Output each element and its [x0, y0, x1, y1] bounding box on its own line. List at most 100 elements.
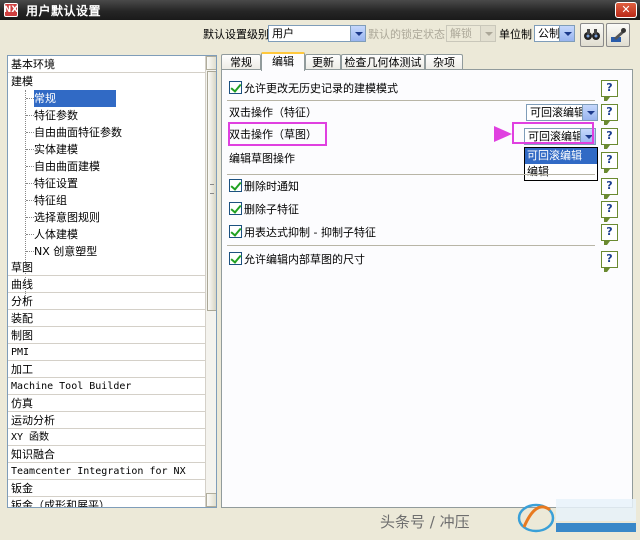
- delete-children-checkbox[interactable]: [229, 202, 242, 215]
- tree-item-assembly[interactable]: 装配: [8, 310, 205, 327]
- dropdown-option[interactable]: 编辑: [525, 164, 597, 180]
- tree-item-machine-tool-builder[interactable]: Machine Tool Builder: [8, 378, 205, 395]
- tree-branch: [26, 200, 34, 201]
- allow-edit-dims-checkbox[interactable]: [229, 252, 242, 265]
- unit-select-value: 公制: [538, 27, 560, 40]
- dropdown-option[interactable]: 可回滚编辑: [525, 148, 597, 164]
- scroll-thumb[interactable]: [207, 71, 216, 311]
- separator: [227, 100, 595, 101]
- unit-label: 单位制: [499, 28, 532, 41]
- dropdown-list[interactable]: 可回滚编辑 编辑: [524, 147, 598, 181]
- tree-item-sketch[interactable]: 草图: [8, 259, 205, 276]
- tree-item-feature-params[interactable]: 特征参数: [34, 107, 78, 124]
- separator: [227, 174, 595, 175]
- help-icon[interactable]: ?: [601, 201, 618, 222]
- allow-edit-dims-option[interactable]: 允许编辑内部草图的尺寸: [229, 251, 365, 269]
- allow-edit-dims-label: 允许编辑内部草图的尺寸: [244, 253, 365, 266]
- tab-update[interactable]: 更新: [305, 54, 341, 70]
- tab-misc[interactable]: 杂项: [425, 54, 463, 70]
- watermark-logo: [517, 499, 636, 533]
- find-settings-button[interactable]: [580, 23, 604, 47]
- tree-item-simulation[interactable]: 仿真: [8, 395, 205, 412]
- tree-branch: [26, 183, 34, 184]
- tree-item-sheet-metal[interactable]: 钣金: [8, 480, 205, 497]
- toolbar: 默认设置级别 用户 默认的锁定状态 解锁 单位制 公制: [0, 20, 640, 50]
- wrench-icon: [611, 28, 626, 42]
- separator: [227, 245, 595, 246]
- tree-item-general[interactable]: 常规: [34, 90, 116, 107]
- level-label: 默认设置级别: [203, 28, 269, 41]
- delete-children-option[interactable]: 删除子特征: [229, 201, 299, 219]
- app-icon: NX: [3, 3, 19, 17]
- tree-item-nx-realize-shape[interactable]: NX 创意塑型: [34, 243, 97, 260]
- lock-state-select: 解锁: [446, 25, 496, 42]
- help-icon[interactable]: ?: [601, 224, 618, 245]
- help-icon[interactable]: ?: [601, 251, 618, 272]
- tree-branch: [26, 234, 34, 235]
- tree-item-freeform-feature-params[interactable]: 自由曲面特征参数: [34, 124, 122, 141]
- tree-item-drafting[interactable]: 制图: [8, 327, 205, 344]
- tree-branch: [26, 217, 34, 218]
- tree-item-selection-intent[interactable]: 选择意图规则: [34, 209, 100, 226]
- level-select[interactable]: 用户: [268, 25, 366, 42]
- double-click-feature-select[interactable]: 可回滚编辑: [526, 104, 598, 121]
- scroll-up-button[interactable]: [206, 56, 216, 70]
- tree-item-motion[interactable]: 运动分析: [8, 412, 205, 429]
- tree-item-knowledge-fusion[interactable]: 知识融合: [8, 446, 205, 463]
- expr-suppress-option[interactable]: 用表达式抑制 - 抑制子特征: [229, 224, 376, 242]
- chevron-down-icon[interactable]: [350, 26, 365, 41]
- tab-general[interactable]: 常规: [221, 54, 261, 70]
- tree-item-manufacturing[interactable]: 加工: [8, 361, 205, 378]
- highlight-box-select: [512, 122, 594, 144]
- delete-notify-option[interactable]: 删除时通知: [229, 178, 299, 196]
- help-icon[interactable]: ?: [601, 104, 618, 125]
- title-bar: NX 用户默认设置 ✕: [0, 0, 640, 20]
- tree-item-basic-env[interactable]: 基本环境: [8, 56, 205, 73]
- level-select-value: 用户: [272, 27, 294, 40]
- chevron-down-icon[interactable]: [582, 105, 597, 120]
- tree-branch: [26, 132, 34, 133]
- tree-item-human-modeling[interactable]: 人体建模: [34, 226, 78, 243]
- tree-item-feature-group[interactable]: 特征组: [34, 192, 67, 209]
- tree-item-pmi[interactable]: PMI: [8, 344, 205, 361]
- tree-item-teamcenter[interactable]: Teamcenter Integration for NX: [8, 463, 205, 480]
- help-icon[interactable]: ?: [601, 128, 618, 149]
- binoculars-icon: [584, 29, 600, 40]
- tree-item-analysis[interactable]: 分析: [8, 293, 205, 310]
- tree-item-sheet-metal-flat[interactable]: 钣金（成形和展平）: [8, 497, 205, 507]
- lock-state-value: 解锁: [450, 27, 472, 40]
- arrow-icon: [328, 126, 512, 142]
- manage-settings-button[interactable]: [606, 23, 630, 47]
- tree-item-solid-modeling[interactable]: 实体建模: [34, 141, 78, 158]
- delete-children-label: 删除子特征: [244, 203, 299, 216]
- allow-change-checkbox[interactable]: [229, 81, 242, 94]
- tab-edit[interactable]: 编辑: [261, 52, 305, 71]
- tree-item-xy-functions[interactable]: XY 函数: [8, 429, 205, 446]
- help-icon[interactable]: ?: [601, 152, 618, 173]
- settings-panel: 允许更改无历史记录的建模模式 ? 双击操作（特征） 可回滚编辑 ? 双击操作（草…: [221, 69, 633, 508]
- tree-branch: [26, 149, 34, 150]
- tree-item-curve[interactable]: 曲线: [8, 276, 205, 293]
- category-tree[interactable]: 基本环境 建模 常规 特征参数 自由曲面特征参数 实体建模 自由曲面建模 特征设…: [7, 55, 217, 508]
- tree-item-modeling[interactable]: 建模: [11, 73, 33, 90]
- tree-scrollbar[interactable]: [205, 56, 216, 507]
- allow-change-label: 允许更改无历史记录的建模模式: [244, 82, 398, 95]
- tab-check-geometry[interactable]: 检查几何体测试: [341, 54, 425, 70]
- tree-branch: [26, 251, 34, 252]
- double-click-feature-label: 双击操作（特征）: [229, 106, 317, 119]
- delete-notify-checkbox[interactable]: [229, 179, 242, 192]
- tree-branch: [26, 166, 34, 167]
- expr-suppress-label: 用表达式抑制 - 抑制子特征: [244, 226, 376, 239]
- scroll-down-button[interactable]: [206, 493, 216, 507]
- expr-suppress-checkbox[interactable]: [229, 225, 242, 238]
- help-icon[interactable]: ?: [601, 178, 618, 199]
- allow-change-option[interactable]: 允许更改无历史记录的建模模式: [229, 80, 398, 98]
- chevron-down-icon[interactable]: [559, 26, 574, 41]
- help-icon[interactable]: ?: [601, 80, 618, 101]
- tree-item-feature-settings[interactable]: 特征设置: [34, 175, 78, 192]
- lock-state-label: 默认的锁定状态: [368, 28, 445, 41]
- tree-branch: [26, 115, 34, 116]
- tree-item-freeform-modeling[interactable]: 自由曲面建模: [34, 158, 100, 175]
- unit-select[interactable]: 公制: [534, 25, 575, 42]
- close-button[interactable]: ✕: [615, 2, 637, 18]
